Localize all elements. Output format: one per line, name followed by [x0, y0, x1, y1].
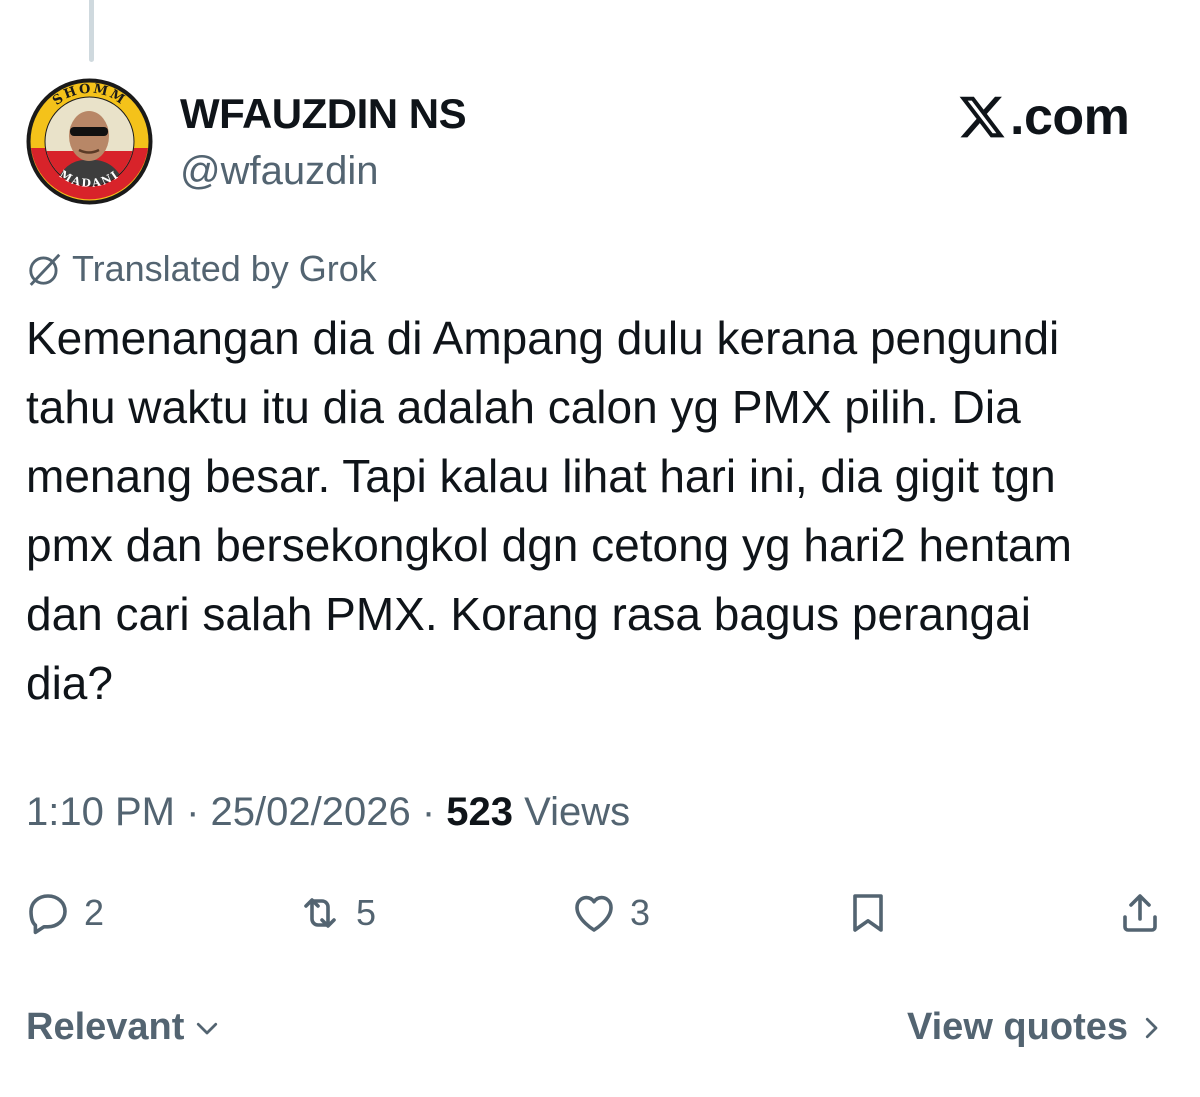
share-button[interactable]	[1116, 878, 1164, 948]
tweet-text-line: menang besar. Tapi kalau lihat hari ini,…	[26, 450, 1056, 502]
translation-notice[interactable]: Translated by Grok	[26, 248, 377, 290]
author-handle[interactable]: @wfauzdin	[180, 149, 378, 194]
author-display-name[interactable]: WFAUZDIN NS	[180, 90, 467, 138]
chevron-right-icon	[1145, 1017, 1158, 1038]
like-button[interactable]: 3	[570, 878, 650, 948]
view-quotes-label: View quotes	[906, 1006, 1128, 1048]
views-label: Views	[513, 790, 631, 834]
tweet-text-line: dan cari salah PMX. Korang rasa bagus pe…	[26, 588, 1031, 640]
tweet-text-line: dia?	[26, 657, 113, 709]
share-icon	[1123, 894, 1157, 932]
meta-separator: ·	[174, 790, 211, 834]
grok-icon	[29, 253, 61, 286]
sort-replies-dropdown[interactable]: Relevant	[26, 1006, 222, 1049]
views-count: 523	[446, 790, 514, 834]
thread-connector-line	[89, 0, 94, 62]
bookmark-icon	[853, 894, 883, 932]
tweet-text: Kemenangan dia di Ampang dulu kerana pen…	[26, 304, 1186, 718]
action-bar: 2 5 3	[0, 878, 1200, 948]
reply-button[interactable]: 2	[24, 878, 104, 948]
translation-label: Translated by Grok	[72, 248, 377, 289]
like-count: 3	[630, 892, 651, 933]
repost-button[interactable]: 5	[296, 878, 376, 948]
tweet-text-line: Kemenangan dia di Ampang dulu kerana pen…	[26, 312, 1060, 364]
reply-count: 2	[84, 892, 105, 933]
view-quotes-link[interactable]: View quotes	[907, 1006, 1166, 1049]
meta-separator: ·	[410, 790, 447, 834]
repost-icon	[304, 898, 336, 928]
tweet-time[interactable]: 1:10 PM	[26, 790, 175, 834]
avatar[interactable]: SHOMM MADANI	[24, 76, 155, 207]
reply-icon	[29, 894, 67, 935]
repost-count: 5	[356, 892, 377, 933]
tweet-text-line: tahu waktu itu dia adalah calon yg PMX p…	[26, 381, 1021, 433]
tweet-text-line: pmx dan bersekongkol dgn cetong yg hari2…	[26, 519, 1072, 571]
sort-label: Relevant	[26, 1006, 185, 1048]
heart-icon	[575, 895, 613, 932]
tweet-meta: 1:10 PM · 25/02/2026 · 523 Views	[26, 790, 630, 835]
chevron-down-icon	[197, 1022, 218, 1034]
x-com-watermark: .com	[957, 87, 1130, 147]
bookmark-button[interactable]	[844, 878, 892, 948]
brand-domain-text: .com	[1010, 88, 1130, 146]
tweet-date[interactable]: 25/02/2026	[211, 790, 411, 834]
x-logo-icon	[959, 96, 1005, 138]
